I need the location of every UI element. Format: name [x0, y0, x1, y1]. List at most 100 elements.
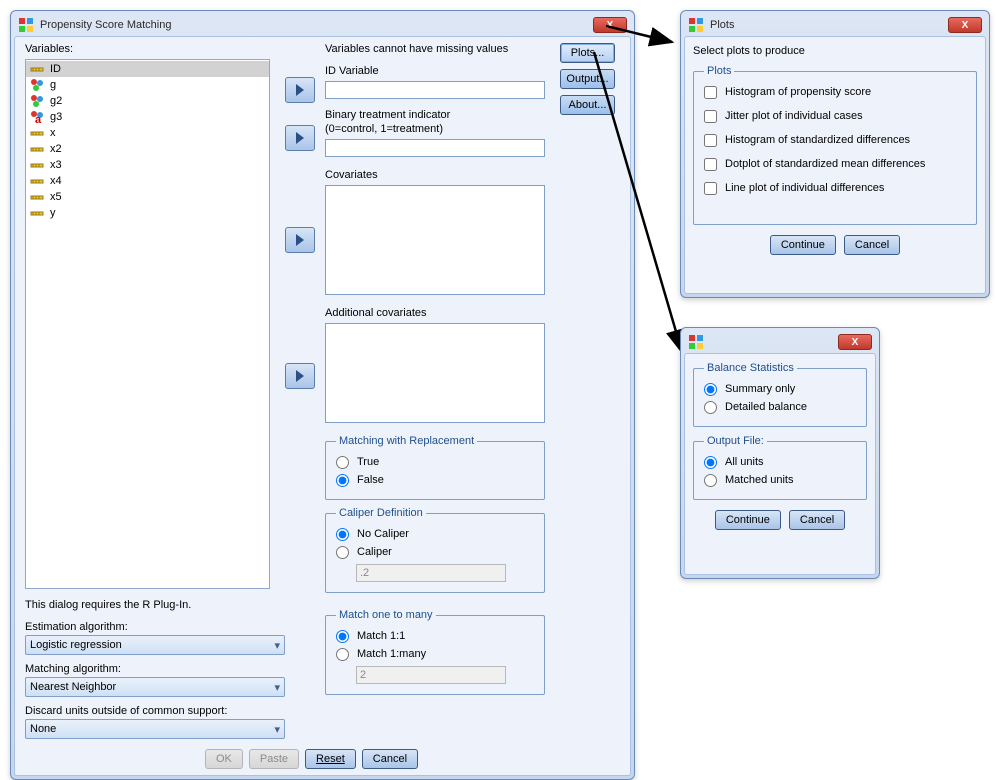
balance-stats-group: Balance Statistics Summary only Detailed… — [693, 362, 867, 427]
ok-button: OK — [205, 749, 243, 769]
bti-label-1: Binary treatment indicator — [325, 109, 450, 121]
arrow-right-icon — [294, 370, 306, 382]
plot-option-row: Line plot of individual differences — [704, 179, 966, 197]
plot-checkbox[interactable] — [704, 86, 717, 99]
summary-only-label: Summary only — [725, 383, 795, 395]
bti-input[interactable] — [325, 139, 545, 157]
titlebar: Plots X — [684, 14, 986, 36]
all-units-radio[interactable] — [704, 456, 717, 469]
detailed-balance-radio[interactable] — [704, 401, 717, 414]
move-to-addl-button[interactable] — [285, 363, 315, 389]
scale-icon — [30, 62, 44, 76]
output-dialog: X Balance Statistics Summary only Detail… — [680, 327, 880, 579]
arrow-to-plots-icon — [606, 12, 678, 52]
scale-icon — [30, 158, 44, 172]
discard-group: Discard units outside of common support:… — [25, 705, 285, 739]
addl-covariates-input[interactable] — [325, 323, 545, 423]
plot-option-label: Dotplot of standardized mean differences — [725, 158, 925, 170]
app-icon — [18, 17, 34, 33]
variable-row[interactable]: ID — [26, 61, 269, 77]
variable-label: x — [50, 127, 56, 139]
chevron-down-icon: ▾ — [274, 723, 280, 736]
output-file-group: Output File: All units Matched units — [693, 435, 867, 500]
nominal-a-icon: a — [30, 110, 44, 124]
title: Plots — [710, 19, 948, 31]
warning-text: Variables cannot have missing values — [325, 43, 508, 55]
plot-option-label: Histogram of standardized differences — [725, 134, 910, 146]
reset-button[interactable]: Reset — [305, 749, 356, 769]
variable-row[interactable]: y — [26, 205, 269, 221]
scale-icon — [30, 206, 44, 220]
match-11-radio[interactable] — [336, 630, 349, 643]
plot-option-row: Histogram of propensity score — [704, 83, 966, 101]
plot-checkbox[interactable] — [704, 158, 717, 171]
replace-true-radio[interactable] — [336, 456, 349, 469]
match-11-label: Match 1:1 — [357, 630, 405, 642]
id-variable-label: ID Variable — [325, 65, 379, 77]
plot-checkbox[interactable] — [704, 182, 717, 195]
caliper-value-input — [356, 564, 506, 582]
matching-algo-value: Nearest Neighbor — [30, 681, 116, 693]
variable-row[interactable]: x3 — [26, 157, 269, 173]
variable-row[interactable]: g2 — [26, 93, 269, 109]
variable-row[interactable]: ag3 — [26, 109, 269, 125]
nominal-icon — [30, 94, 44, 108]
output-file-legend: Output File: — [704, 435, 767, 447]
scale-icon — [30, 142, 44, 156]
caliper-yes-radio[interactable] — [336, 546, 349, 559]
title: Propensity Score Matching — [40, 19, 593, 31]
estimation-algo-combo[interactable]: Logistic regression ▾ — [25, 635, 285, 655]
estimation-algo-label: Estimation algorithm: — [25, 621, 285, 633]
plot-checkbox[interactable] — [704, 110, 717, 123]
variable-row[interactable]: g — [26, 77, 269, 93]
variable-row[interactable]: x4 — [26, 173, 269, 189]
app-icon — [688, 17, 704, 33]
variable-label: g2 — [50, 95, 62, 107]
match-1m-radio[interactable] — [336, 648, 349, 661]
move-to-bti-button[interactable] — [285, 125, 315, 151]
cancel-button[interactable]: Cancel — [844, 235, 900, 255]
titlebar: X — [684, 331, 876, 353]
close-icon[interactable]: X — [838, 334, 872, 350]
chevron-down-icon: ▾ — [274, 681, 280, 694]
plot-option-label: Histogram of propensity score — [725, 86, 871, 98]
discard-combo[interactable]: None ▾ — [25, 719, 285, 739]
plot-option-label: Jitter plot of individual cases — [725, 110, 863, 122]
cancel-button[interactable]: Cancel — [789, 510, 845, 530]
cancel-button[interactable]: Cancel — [362, 749, 418, 769]
matching-algo-group: Matching algorithm: Nearest Neighbor ▾ — [25, 663, 285, 697]
continue-button[interactable]: Continue — [715, 510, 781, 530]
matched-units-label: Matched units — [725, 474, 793, 486]
variable-label: y — [50, 207, 56, 219]
replace-false-radio[interactable] — [336, 474, 349, 487]
replace-group: Matching with Replacement True False — [325, 435, 545, 500]
plots-select-label: Select plots to produce — [693, 45, 977, 57]
move-to-covariates-button[interactable] — [285, 227, 315, 253]
covariates-input[interactable] — [325, 185, 545, 295]
matched-units-radio[interactable] — [704, 474, 717, 487]
match-many-legend: Match one to many — [336, 609, 436, 621]
variables-list[interactable]: ID g g2 ag3 x x2 x3 x4x5 y — [25, 59, 270, 589]
summary-only-radio[interactable] — [704, 383, 717, 396]
variable-label: x3 — [50, 159, 62, 171]
plot-checkbox[interactable] — [704, 134, 717, 147]
bti-label-2: (0=control, 1=treatment) — [325, 123, 443, 135]
caliper-legend: Caliper Definition — [336, 507, 426, 519]
variable-label: ID — [50, 63, 61, 75]
continue-button[interactable]: Continue — [770, 235, 836, 255]
caliper-none-radio[interactable] — [336, 528, 349, 541]
variable-row[interactable]: x2 — [26, 141, 269, 157]
svg-text:a: a — [35, 114, 42, 124]
close-icon[interactable]: X — [948, 17, 982, 33]
plot-option-label: Line plot of individual differences — [725, 182, 884, 194]
arrow-to-output-icon — [590, 52, 690, 362]
arrow-right-icon — [294, 234, 306, 246]
chevron-down-icon: ▾ — [274, 639, 280, 652]
plot-option-row: Dotplot of standardized mean differences — [704, 155, 966, 173]
match-1m-label: Match 1:many — [357, 648, 426, 660]
variable-row[interactable]: x5 — [26, 189, 269, 205]
id-variable-input[interactable] — [325, 81, 545, 99]
move-to-id-button[interactable] — [285, 77, 315, 103]
matching-algo-combo[interactable]: Nearest Neighbor ▾ — [25, 677, 285, 697]
variable-row[interactable]: x — [26, 125, 269, 141]
